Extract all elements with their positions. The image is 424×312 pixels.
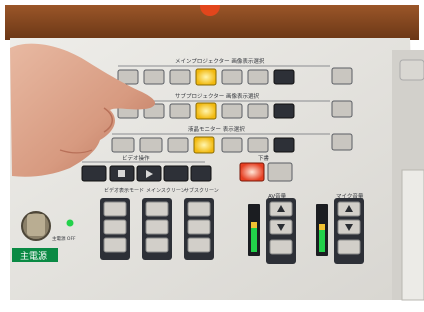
video-header: ビデオ操作 [122, 154, 150, 162]
row3-btn-5[interactable] [221, 137, 243, 153]
row1-header: メインプロジェクター 画像表示選択 [175, 57, 265, 65]
presenter-btn-lit[interactable] [239, 162, 265, 182]
row2-btn-lit[interactable] [195, 102, 217, 120]
row1-btn-6[interactable] [247, 69, 269, 85]
power-small-label: 主電源 OFF [52, 235, 76, 242]
row1-btn-5[interactable] [221, 69, 243, 85]
sub-btn-2[interactable] [187, 219, 211, 235]
row3-header: 液晶モニター 表示選択 [188, 125, 245, 133]
video-btn-rewind[interactable] [81, 165, 107, 182]
row2-btn-all[interactable] [331, 100, 353, 118]
row1-btn-lit[interactable] [195, 68, 217, 86]
video-btn-pause[interactable] [190, 165, 212, 182]
av-meter-peak [251, 222, 257, 228]
presenter-label: 下書 [258, 154, 270, 162]
row1-btn-7[interactable] [273, 69, 295, 85]
sub-screen-label: サブスクリーン [184, 187, 219, 194]
mode-btn-1[interactable] [103, 201, 127, 217]
power-led [66, 219, 74, 227]
presenter-btn-2[interactable] [267, 162, 293, 182]
power-switch-label: 主電源 [20, 250, 47, 262]
stop-icon [118, 170, 125, 177]
side-panel-button[interactable] [399, 59, 424, 81]
row3-btn-1[interactable] [111, 137, 135, 153]
row2-btn-6[interactable] [247, 103, 269, 119]
row3-btn-6[interactable] [247, 137, 269, 153]
row1-btn-3[interactable] [169, 69, 191, 85]
video-buttons [81, 165, 212, 182]
row3-btn-all[interactable] [331, 133, 353, 151]
row3-btn-3[interactable] [167, 137, 189, 153]
row2-btn-3[interactable] [169, 103, 191, 119]
main-btn-2[interactable] [145, 219, 169, 235]
row2-header: サブプロジェクター 画像表示選択 [175, 92, 260, 100]
row1-btn-all[interactable] [331, 67, 353, 85]
sub-btn-1[interactable] [187, 201, 211, 217]
mic-meter-peak [319, 224, 325, 230]
mic-mute-button[interactable] [337, 239, 361, 255]
mode-btn-3[interactable] [103, 237, 127, 253]
row2-btn-7[interactable] [273, 103, 295, 119]
main-screen-label: メインスクリーン [146, 188, 186, 194]
av-mute-button[interactable] [269, 239, 293, 255]
screen-buttons [100, 198, 214, 260]
mode-btn-2[interactable] [103, 219, 127, 235]
row1-btn-2[interactable] [143, 69, 165, 85]
mic-meter-level [319, 230, 325, 252]
main-btn-1[interactable] [145, 201, 169, 217]
side-panel-slot [401, 169, 424, 301]
row3-btn-lit[interactable] [193, 136, 215, 154]
video-btn-ff[interactable] [163, 165, 189, 182]
control-panel-photo: メインプロジェクター 画像表示選択 サブプロジェクター 画像表示選択 液晶モニタ… [0, 0, 424, 312]
sub-btn-3[interactable] [187, 237, 211, 253]
row2-btn-5[interactable] [221, 103, 243, 119]
row3-btn-2[interactable] [139, 137, 163, 153]
main-btn-3[interactable] [145, 237, 169, 253]
key-handle[interactable] [27, 214, 45, 236]
photo-canvas: メインプロジェクター 画像表示選択 サブプロジェクター 画像表示選択 液晶モニタ… [0, 0, 424, 312]
av-meter-level [251, 228, 257, 252]
video-display-mode: ビデオ表示モード [104, 187, 144, 194]
row3-btn-7[interactable] [273, 137, 295, 153]
